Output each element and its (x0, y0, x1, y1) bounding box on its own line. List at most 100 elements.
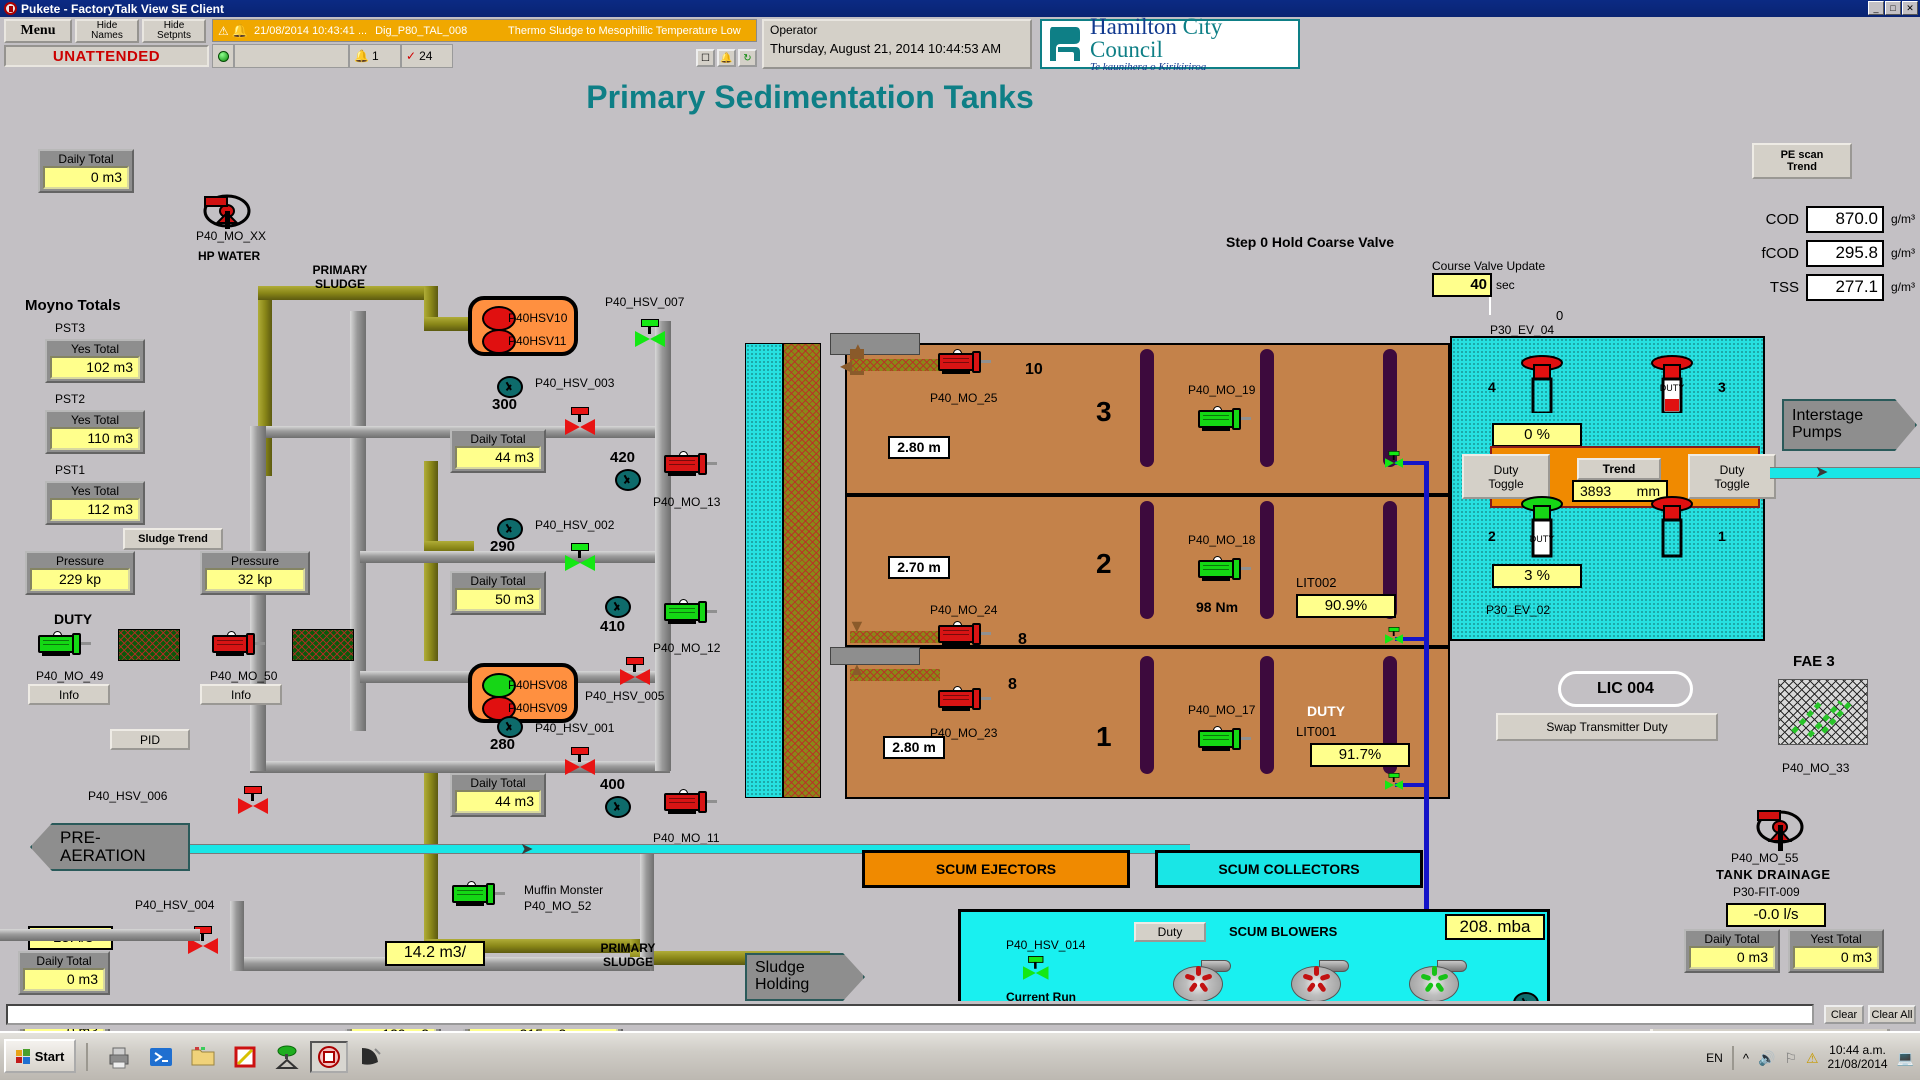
muffin-monster-motor[interactable] (452, 881, 498, 907)
network-flag-icon[interactable]: ⚐ (1784, 1050, 1797, 1067)
pump-p40-mo-49-motor[interactable] (38, 631, 84, 657)
top-daily-total-group: Daily Total 0 m3 (38, 149, 134, 193)
message-input[interactable] (6, 1004, 1814, 1025)
hp-water-pump-symbol[interactable] (195, 189, 265, 229)
clear-all-button[interactable]: Clear All (1868, 1005, 1916, 1024)
printer-icon[interactable] (100, 1041, 138, 1073)
menu-button[interactable]: Menu (4, 19, 72, 43)
editor-icon[interactable] (226, 1041, 264, 1073)
pipe-grey-v-main (350, 311, 366, 731)
start-button[interactable]: Start (4, 1039, 76, 1073)
pump-49-info-button[interactable]: Info (28, 684, 110, 705)
tank-wall-olive-left (783, 343, 821, 798)
ack-icon[interactable]: 🔔 (717, 49, 736, 67)
scum-blower-04[interactable] (1173, 960, 1231, 1004)
fae-3-unit[interactable] (1778, 679, 1868, 745)
pe-scan-trend-button[interactable]: PE scan Trend (1752, 143, 1852, 179)
tank2-scraper-motor[interactable] (938, 621, 984, 647)
effluent-valve-2[interactable] (1385, 627, 1403, 643)
show-desktop-icon[interactable]: 💻 (1897, 1050, 1914, 1067)
action-center-warning-icon[interactable]: ⚠ (1806, 1050, 1819, 1067)
sludge-holding-banner[interactable]: Sludge Holding (745, 953, 865, 1001)
interstage-top-zero: 0 (1556, 308, 1563, 323)
tank1-duty-label: DUTY (1307, 703, 1345, 719)
tank1-drive-motor[interactable] (1198, 726, 1244, 752)
tank-drainage-pump-symbol[interactable] (1744, 801, 1814, 851)
duty-toggle-left-button[interactable]: Duty Toggle (1462, 454, 1550, 499)
scum-blower-05[interactable] (1291, 960, 1349, 1004)
tank2-drive-motor[interactable] (1198, 556, 1244, 582)
hsv-group-08-09[interactable]: P40HSV08 P40HSV09 (468, 663, 578, 723)
top-daily-total-value: 0 m3 (43, 166, 129, 189)
tank2-torque-value: 98 Nm (1196, 599, 1238, 615)
ev-1-actuator[interactable] (1650, 494, 1694, 560)
pump-p40-mo-50-motor[interactable] (212, 631, 258, 657)
valve-p40-hsv-003[interactable] (565, 407, 595, 433)
factorytalk-icon[interactable] (310, 1041, 348, 1073)
scum-blowers-title: SCUM BLOWERS (1229, 924, 1337, 939)
alarm-banner-row[interactable]: ⚠ 🔔 21/08/2014 10:43:41 ... Dig_P80_TAL_… (212, 19, 757, 42)
scum-ejectors-button[interactable]: SCUM EJECTORS (862, 850, 1130, 888)
scum-blower-06[interactable] (1409, 960, 1467, 1004)
paint-icon[interactable] (352, 1041, 390, 1073)
valve-p40-hsv-004-tag: P40_HSV_004 (135, 898, 214, 912)
silence-icon[interactable]: ☐ (696, 49, 715, 67)
pre-aeration-banner[interactable]: PRE- AERATION (30, 823, 190, 871)
scum-blower-duty-button[interactable]: Duty (1134, 922, 1206, 942)
refresh-icon[interactable]: ↻ (738, 49, 757, 67)
scum-blower-valve[interactable] (1023, 956, 1049, 978)
clear-button[interactable]: Clear (1824, 1005, 1864, 1024)
scum-collectors-button[interactable]: SCUM COLLECTORS (1155, 850, 1423, 888)
pst2-total-value: 110 m3 (50, 427, 140, 450)
maximize-button[interactable]: □ (1885, 1, 1901, 15)
valve-p40-hsv-007[interactable] (635, 319, 665, 345)
pump-50-info-button[interactable]: Info (200, 684, 282, 705)
valve-icon[interactable] (268, 1041, 306, 1073)
tank3-scraper-motor[interactable] (938, 349, 984, 375)
hide-setpoints-button[interactable]: Hide Setpnts (142, 19, 206, 43)
folder-icon[interactable] (184, 1041, 222, 1073)
close-button[interactable]: ✕ (1902, 1, 1918, 15)
swap-transmitter-duty-button[interactable]: Swap Transmitter Duty (1496, 713, 1718, 741)
minimize-button[interactable]: _ (1868, 1, 1884, 15)
sludge-pump-11-motor[interactable] (664, 789, 710, 815)
tank3-drive-motor[interactable] (1198, 406, 1244, 432)
ev-3-actuator[interactable]: DUTY (1650, 353, 1694, 413)
coarse-valve-label: Course Valve Update (1432, 259, 1545, 273)
tray-clock[interactable]: 10:44 a.m. 21/08/2014 (1828, 1044, 1888, 1072)
tank3-number: 3 (1096, 396, 1112, 428)
tank1-scraper-motor[interactable] (938, 686, 984, 712)
valve-p40-hsv-001[interactable] (565, 747, 595, 773)
valve-p40-hsv-005[interactable] (620, 657, 650, 683)
hsv-group-10-11[interactable]: P40HSV10 P40HSV11 (468, 296, 578, 356)
duty-toggle-right-button[interactable]: Duty Toggle (1688, 454, 1776, 499)
hide-names-button[interactable]: Hide Names (75, 19, 139, 43)
show-hidden-icons-icon[interactable]: ^ (1743, 1051, 1749, 1066)
sludge-pump-12-motor[interactable] (664, 599, 710, 625)
ev-4-actuator[interactable] (1520, 353, 1564, 413)
windows-logo-icon (16, 1049, 31, 1064)
valve-p40-hsv-002[interactable] (565, 543, 595, 569)
tank3-flow-arrow-icon: ◀ (840, 356, 852, 376)
tank-drainage-daily-label: Daily Total (1689, 933, 1775, 946)
p30-ev-02-tag: P30_EV_02 (1486, 603, 1550, 617)
effluent-valve-3[interactable] (1385, 451, 1403, 467)
valve-p40-hsv-006[interactable] (238, 786, 268, 812)
interstage-trend-button[interactable]: Trend (1577, 458, 1661, 480)
sludge-pump-13-motor[interactable] (664, 451, 710, 477)
hsv11-label: P40HSV11 (508, 334, 566, 348)
hide-setpts-line2: Setpnts (157, 31, 191, 41)
effluent-valve-1[interactable] (1385, 773, 1403, 789)
pre-aeration-daily-group: Daily Total 0 m3 (18, 951, 110, 995)
coarse-valve-update: Course Valve Update 40 sec (1432, 259, 1545, 297)
powershell-icon[interactable] (142, 1041, 180, 1073)
interstage-pumps-banner[interactable]: Interstage Pumps (1782, 399, 1917, 451)
duty-toggle-right-line2: Toggle (1714, 477, 1749, 491)
ev-2-actuator[interactable]: DUTY (1520, 494, 1564, 560)
tray-language[interactable]: EN (1706, 1051, 1723, 1065)
volume-muted-icon[interactable]: 🔊 (1758, 1050, 1775, 1067)
sludge-trend-button[interactable]: Sludge Trend (123, 528, 223, 550)
logo-line1-a: Hamilton (1090, 14, 1183, 39)
tss-label: TSS (1770, 279, 1799, 296)
pid-button[interactable]: PID (110, 729, 190, 750)
